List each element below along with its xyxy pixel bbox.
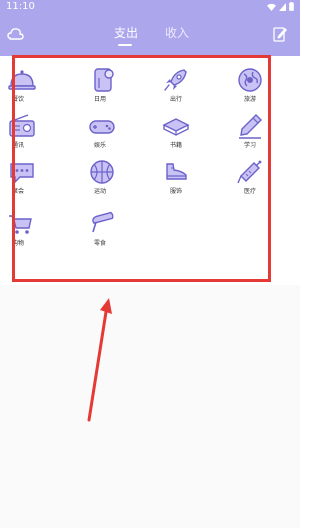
annotation-arrow [87,298,112,422]
